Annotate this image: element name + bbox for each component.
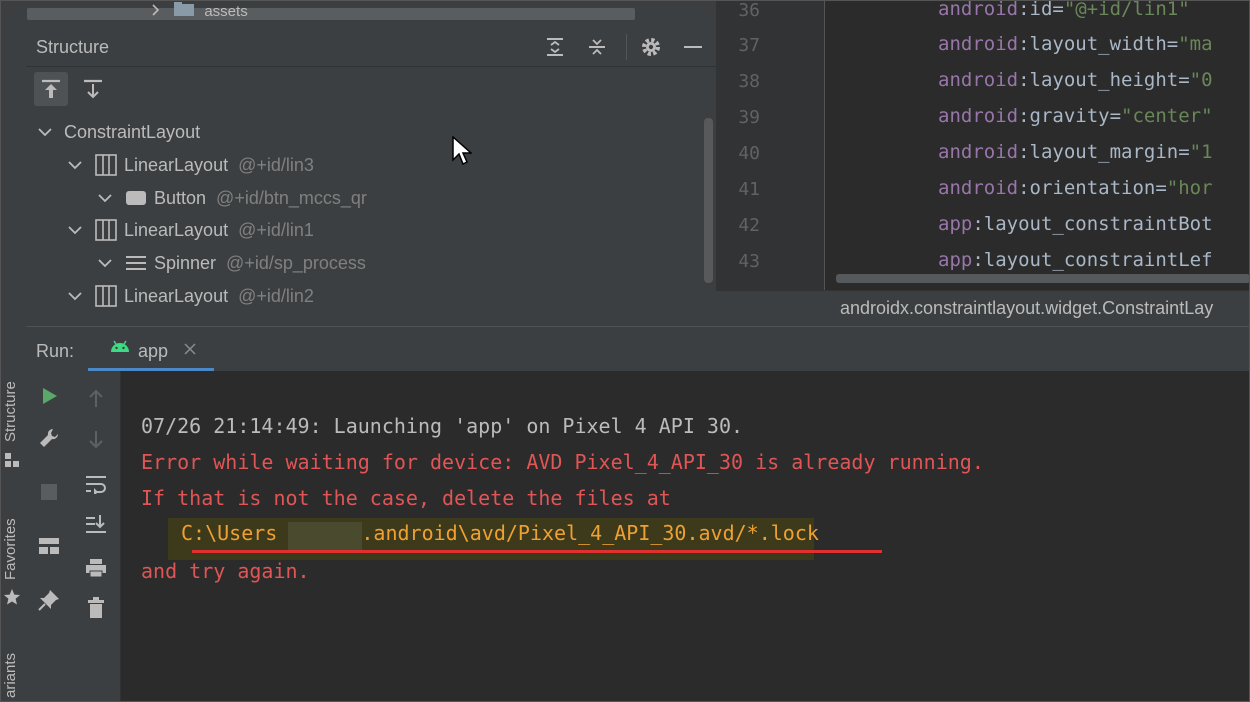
structure-toolbar xyxy=(26,67,716,113)
code-line: android:layout_margin="1 xyxy=(938,141,1213,163)
side-tab-build-variants[interactable]: ariants xyxy=(0,640,26,702)
scroll-from-source-icon xyxy=(42,79,60,98)
tree-row-constraintlayout[interactable]: ConstraintLayout xyxy=(36,117,200,147)
stop-icon xyxy=(41,484,57,500)
layout-button[interactable] xyxy=(34,531,64,561)
tab-app[interactable]: app xyxy=(88,327,214,371)
tree-row-linearlayout-lin2[interactable]: LinearLayout @+id/lin2 xyxy=(66,281,314,311)
trash-icon xyxy=(88,597,104,618)
line-number: 39 xyxy=(738,107,760,128)
scroll-to-source-icon xyxy=(84,79,102,99)
chevron-down-icon xyxy=(96,193,114,203)
scroll-to-end-button[interactable] xyxy=(81,509,111,539)
editor-horizontal-scrollbar[interactable] xyxy=(836,274,1250,283)
folder-icon xyxy=(174,2,200,20)
hide-panel-button[interactable] xyxy=(680,34,706,60)
project-tree-assets-item[interactable]: assets xyxy=(150,2,248,20)
scroll-to-end-icon xyxy=(86,515,106,533)
structure-header: Structure xyxy=(26,28,716,67)
run-label: Run: xyxy=(36,341,75,361)
tree-row-button[interactable]: Button @+id/btn_mccs_qr xyxy=(96,183,367,213)
android-icon xyxy=(110,339,130,358)
scroll-down-button[interactable] xyxy=(81,425,111,455)
layout-icon xyxy=(39,538,59,554)
tree-row-spinner[interactable]: Spinner @+id/sp_process xyxy=(96,248,366,278)
line-number: 40 xyxy=(738,143,760,164)
header-divider xyxy=(626,34,627,60)
code-line: android:gravity="center" xyxy=(938,105,1213,127)
arrow-up-icon xyxy=(89,389,103,407)
gear-icon xyxy=(642,38,660,56)
autoscroll-to-source-button[interactable] xyxy=(76,72,110,106)
chevron-down-icon xyxy=(96,258,114,268)
code-line: android:layout_width="ma xyxy=(938,33,1213,55)
settings-button[interactable] xyxy=(638,34,664,60)
console-line-launch: 07/26 21:14:49: Launching 'app' on Pixel… xyxy=(141,414,744,438)
print-button[interactable] xyxy=(81,553,111,583)
code-line: app:layout_constraintLef xyxy=(938,249,1213,271)
soft-wrap-button[interactable] xyxy=(81,469,111,499)
line-number: 38 xyxy=(738,71,760,92)
breadcrumb[interactable]: androidx.constraintlayout.widget.Constra… xyxy=(840,298,1213,319)
collapse-all-icon xyxy=(589,39,605,55)
side-tool-strip: Structure Favorites ariants xyxy=(0,0,27,702)
code-line: android:layout_height="0 xyxy=(938,69,1213,91)
project-horizontal-scrollbar[interactable] xyxy=(27,8,635,20)
spinner-icon xyxy=(124,254,148,272)
path-underline xyxy=(192,550,882,553)
star-icon xyxy=(3,588,21,606)
console-line-instruction: If that is not the case, delete the file… xyxy=(141,486,671,510)
soft-wrap-icon xyxy=(86,476,106,494)
play-icon xyxy=(43,388,57,404)
tree-row-linearlayout-lin3[interactable]: LinearLayout @+id/lin3 xyxy=(66,150,314,180)
side-tab-favorites[interactable]: Favorites xyxy=(0,500,26,590)
linear-layout-icon xyxy=(94,285,118,307)
redacted-username xyxy=(288,522,362,550)
code-line: android:id="@+id/lin1" xyxy=(938,0,1190,20)
code-line: app:layout_constraintBot xyxy=(938,213,1213,235)
chevron-down-icon xyxy=(66,225,84,235)
chevron-right-icon xyxy=(150,3,170,20)
line-number: 42 xyxy=(738,215,760,236)
line-number: 36 xyxy=(738,0,760,21)
tree-row-linearlayout-lin1[interactable]: LinearLayout @+id/lin1 xyxy=(66,215,314,245)
run-toolbar-primary xyxy=(26,371,73,702)
linear-layout-icon xyxy=(94,154,118,176)
console-line-retry: and try again. xyxy=(141,559,310,583)
expand-all-icon xyxy=(547,38,563,56)
structure-vertical-scrollbar[interactable] xyxy=(704,118,713,283)
structure-tab-icon xyxy=(4,452,20,468)
structure-title: Structure xyxy=(36,37,110,57)
close-icon[interactable] xyxy=(184,342,196,360)
chevron-down-icon xyxy=(66,291,84,301)
console-line-lock-path[interactable]: C:\Users \.android\avd/Pixel_4_API_30.avd… xyxy=(181,521,819,545)
arrow-down-icon xyxy=(89,431,103,449)
mouse-cursor-icon xyxy=(452,135,473,171)
chevron-down-icon xyxy=(66,160,84,170)
printer-icon xyxy=(86,559,106,578)
stop-button[interactable] xyxy=(34,477,64,507)
wrench-icon xyxy=(40,428,59,447)
edit-configuration-button[interactable] xyxy=(34,423,64,453)
clear-all-button[interactable] xyxy=(81,593,111,623)
console-line-error: Error while waiting for device: AVD Pixe… xyxy=(141,450,984,474)
navigate-with-single-click-button[interactable] xyxy=(34,72,68,106)
scroll-up-button[interactable] xyxy=(81,383,111,413)
pin-tab-button[interactable] xyxy=(34,585,64,615)
collapse-all-button[interactable] xyxy=(584,34,610,60)
pin-icon xyxy=(38,590,59,611)
run-window-header: Run: app xyxy=(26,326,1250,372)
code-line: android:orientation="hor xyxy=(938,177,1213,199)
minimize-icon xyxy=(684,46,702,48)
run-toolbar-secondary xyxy=(72,371,121,702)
expand-all-button[interactable] xyxy=(542,34,568,60)
line-number: 43 xyxy=(738,251,760,272)
chevron-down-icon xyxy=(36,127,54,137)
rerun-button[interactable] xyxy=(34,381,64,411)
line-number: 41 xyxy=(738,179,760,200)
linear-layout-icon xyxy=(94,219,118,241)
line-number: 37 xyxy=(738,35,760,56)
button-icon xyxy=(124,190,148,206)
